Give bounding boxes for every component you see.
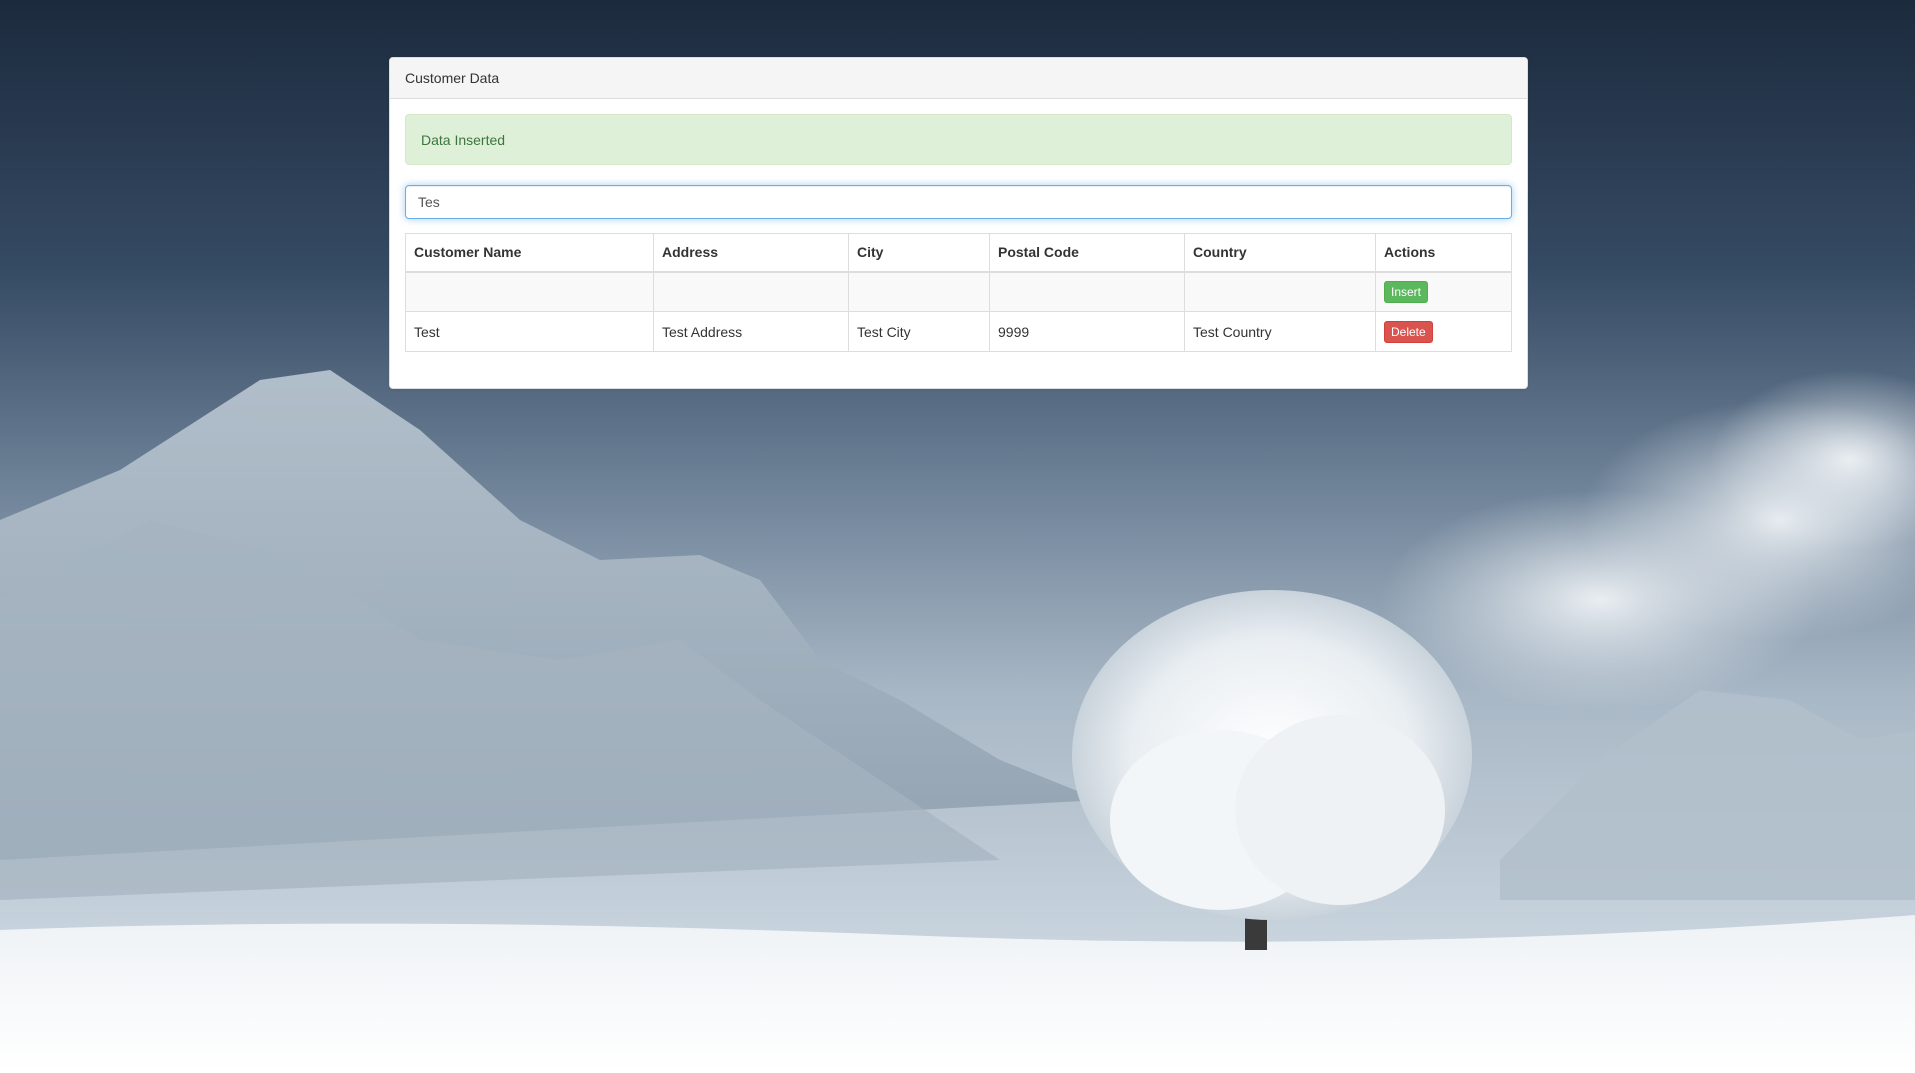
column-header-actions: Actions bbox=[1375, 233, 1512, 273]
country-cell[interactable]: Test Country bbox=[1184, 311, 1376, 352]
new-customer-name-cell[interactable] bbox=[405, 271, 654, 312]
insert-row: Insert bbox=[405, 271, 1512, 312]
customer-data-panel: Customer Data Data Inserted Customer Nam… bbox=[389, 57, 1528, 389]
new-address-field[interactable] bbox=[662, 282, 840, 302]
address-cell[interactable]: Test Address bbox=[653, 311, 849, 352]
new-postal-code-field[interactable] bbox=[998, 282, 1176, 302]
column-header-postal-code: Postal Code bbox=[989, 233, 1185, 273]
new-address-cell[interactable] bbox=[653, 271, 849, 312]
search-input[interactable] bbox=[405, 185, 1512, 219]
panel-body: Data Inserted Customer Name Address City… bbox=[390, 99, 1527, 367]
new-postal-code-cell[interactable] bbox=[989, 271, 1185, 312]
customer-name-cell[interactable]: Test bbox=[405, 311, 654, 352]
new-city-field[interactable] bbox=[857, 282, 981, 302]
new-country-field[interactable] bbox=[1193, 282, 1367, 302]
delete-action-cell: Delete bbox=[1375, 311, 1512, 352]
column-header-city: City bbox=[848, 233, 990, 273]
new-country-cell[interactable] bbox=[1184, 271, 1376, 312]
new-city-cell[interactable] bbox=[848, 271, 990, 312]
column-header-address: Address bbox=[653, 233, 849, 273]
new-customer-name-field[interactable] bbox=[414, 282, 645, 302]
panel-heading: Customer Data bbox=[390, 58, 1527, 99]
alert-message: Data Inserted bbox=[421, 131, 506, 148]
insert-action-cell: Insert bbox=[1375, 271, 1512, 312]
city-cell[interactable]: Test City bbox=[848, 311, 990, 352]
column-header-country: Country bbox=[1184, 233, 1376, 273]
table-header-row: Customer Name Address City Postal Code C… bbox=[405, 233, 1512, 273]
delete-button[interactable]: Delete bbox=[1384, 320, 1433, 343]
insert-button[interactable]: Insert bbox=[1384, 280, 1429, 303]
panel-title: Customer Data bbox=[405, 70, 500, 86]
customer-table: Customer Name Address City Postal Code C… bbox=[405, 233, 1512, 352]
success-alert: Data Inserted bbox=[405, 114, 1512, 165]
column-header-customer-name: Customer Name bbox=[405, 233, 654, 273]
table-row: Test Test Address Test City 9999 Test Co… bbox=[405, 311, 1512, 352]
postal-code-cell[interactable]: 9999 bbox=[989, 311, 1185, 352]
